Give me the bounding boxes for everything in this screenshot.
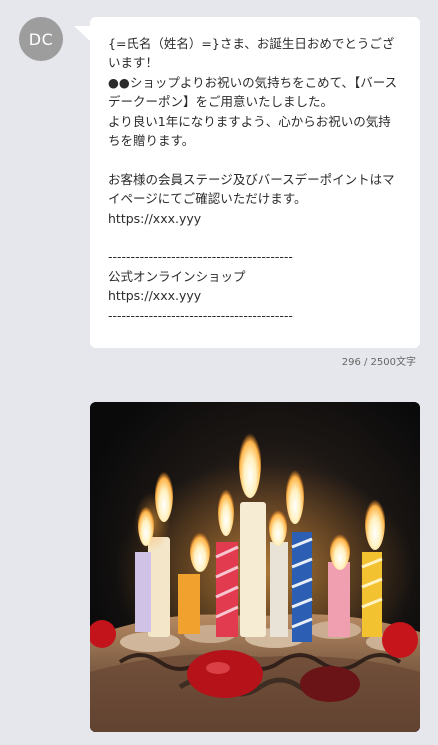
sender-avatar: DC	[19, 17, 63, 61]
message-text: {=氏名（姓名）=}さま、お誕生日おめでとうございます！ ●●ショップよりお祝い…	[108, 36, 398, 323]
message-bubble[interactable]: {=氏名（姓名）=}さま、お誕生日おめでとうございます！ ●●ショップよりお祝い…	[90, 17, 420, 348]
avatar-initials: DC	[28, 29, 54, 49]
birthday-cake-image[interactable]	[90, 402, 420, 732]
bubble-tail	[74, 26, 91, 42]
character-counter: 296 / 2500文字	[341, 357, 416, 368]
